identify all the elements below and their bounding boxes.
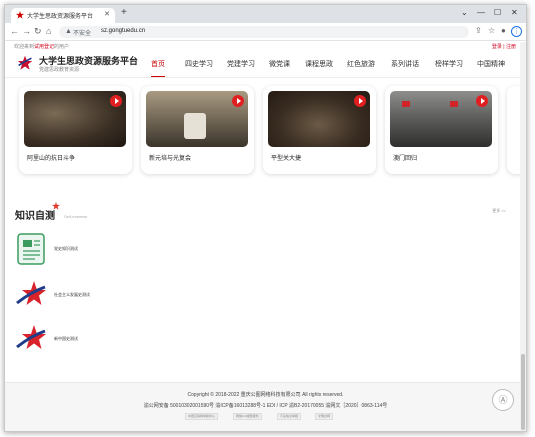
home-icon[interactable]: ⌂ xyxy=(46,26,51,36)
selftest-item[interactable]: 党史知识测试 xyxy=(15,232,215,268)
play-icon[interactable] xyxy=(354,95,366,107)
red-star-icon[interactable] xyxy=(15,322,49,356)
browser-tab[interactable]: 大学生思政资源服务平台 ✕ xyxy=(11,8,115,23)
play-icon[interactable] xyxy=(476,95,488,107)
address-toolbar: ← → ↻ ⌂ ▲ 不安全 sz.gongtuedu.cn ⇪ ☆ ● ⋮ xyxy=(5,23,526,41)
more-link[interactable]: 更多 >> xyxy=(492,208,506,214)
video-card[interactable]: 阿里山的抗日斗争 xyxy=(19,86,132,174)
back-icon[interactable]: ← xyxy=(10,26,19,36)
forward-icon[interactable]: → xyxy=(22,26,31,36)
exam-paper-icon[interactable] xyxy=(15,232,49,266)
site-footer: Copyright © 2018-2022 重庆公图网络科技有限公司 All r… xyxy=(5,382,526,431)
profile-icon[interactable]: ● xyxy=(501,26,506,35)
red-star-icon[interactable] xyxy=(15,278,49,312)
nav-item-micro-lesson[interactable]: 微党课 xyxy=(269,59,290,69)
thumbnail-figure xyxy=(184,113,206,139)
video-card-row: 阿里山的抗日斗争 新元培与光复会 平型关大捷 澳门回归 xyxy=(13,86,526,176)
play-icon[interactable] xyxy=(110,95,122,107)
bad-info-report-badge[interactable]: 不良信息举报 xyxy=(277,413,302,420)
thumbnail-flag xyxy=(450,101,458,107)
tab-title: 大学生思政资源服务平台 xyxy=(27,14,94,20)
scrollbar-thumb[interactable] xyxy=(521,354,525,430)
video-title[interactable]: 阿里山的抗日斗争 xyxy=(27,153,75,162)
nav-item-role-models[interactable]: 榜样学习 xyxy=(435,59,463,69)
video-title[interactable]: 澳门回归 xyxy=(393,153,417,162)
nav-item-four-history[interactable]: 四史学习 xyxy=(185,59,213,69)
video-card[interactable]: 澳门回归 xyxy=(385,86,498,174)
nav-item-party-study[interactable]: 党建学习 xyxy=(227,59,255,69)
thumbnail-flag xyxy=(402,101,410,107)
video-title[interactable]: 新元培与光复会 xyxy=(149,153,191,162)
window-close-icon[interactable]: ✕ xyxy=(511,8,518,17)
selftest-label[interactable]: 社会主义发展史测试 xyxy=(54,292,90,298)
login-register-link[interactable]: 登录 | 注册 xyxy=(492,43,516,50)
site-subtitle: 党建思政教育资源 xyxy=(39,67,80,73)
tab-close-icon[interactable]: ✕ xyxy=(104,10,110,18)
title-star-icon xyxy=(52,202,60,210)
nav-item-speeches[interactable]: 系列讲话 xyxy=(391,59,419,69)
site-logo-icon[interactable] xyxy=(17,55,33,71)
video-title[interactable]: 平型关大捷 xyxy=(271,153,301,162)
nav-item-red-tourism[interactable]: 红色旅游 xyxy=(347,59,375,69)
insecure-label: 不安全 xyxy=(73,31,92,37)
video-card[interactable]: 平型关大捷 xyxy=(263,86,376,174)
nav-item-course-ideology[interactable]: 课程思政 xyxy=(305,59,333,69)
selftest-label[interactable]: 党史知识测试 xyxy=(54,246,78,252)
selftest-item[interactable]: 社会主义发展史测试 xyxy=(15,278,215,314)
site-header: 大学生思政资源服务平台 党建思政教育资源 首页 四史学习 党建学习 微党课 课程… xyxy=(5,50,526,78)
police-110-badge[interactable]: 网络110报警服务 xyxy=(233,413,262,420)
video-thumbnail[interactable] xyxy=(24,91,126,147)
video-thumbnail[interactable] xyxy=(146,91,248,147)
site-favicon-icon xyxy=(16,11,24,19)
top-bar: 欢迎来到试用登记的用户 登录 | 注册 xyxy=(5,42,526,50)
accessibility-icon[interactable]: Ⓐ xyxy=(492,389,514,411)
url-text[interactable]: sz.gongtuedu.cn xyxy=(101,28,145,34)
video-card[interactable]: 新元培与光复会 xyxy=(141,86,254,174)
minimize-icon[interactable]: — xyxy=(477,8,485,17)
warning-icon[interactable]: ▲ xyxy=(65,28,72,35)
welcome-text: 欢迎来到试用登记的用户 xyxy=(14,43,69,50)
selftest-label[interactable]: 新中国史测试 xyxy=(54,336,78,342)
copyright-text: Copyright © 2018-2022 重庆公图网络科技有限公司 All r… xyxy=(187,392,344,398)
browser-menu-icon[interactable]: ⋮ xyxy=(511,26,522,37)
selftest-section-title: 知识自测 xyxy=(15,211,55,222)
tab-strip: 大学生思政资源服务平台 ✕ + ⌄ — ☐ ✕ xyxy=(5,5,526,23)
selftest-section-subtitle: Self-examine xyxy=(64,214,88,219)
share-icon[interactable]: ⇪ xyxy=(475,26,482,35)
selftest-item[interactable]: 新中国史测试 xyxy=(15,322,215,358)
play-icon[interactable] xyxy=(232,95,244,107)
report-center-badge[interactable]: 中国互联网举报中心 xyxy=(185,413,219,420)
maximize-icon[interactable]: ☐ xyxy=(494,8,501,17)
civilized-web-badge[interactable]: 文明办网 xyxy=(315,413,334,420)
reload-icon[interactable]: ↻ xyxy=(34,26,42,36)
video-thumbnail[interactable] xyxy=(390,91,492,147)
screenshot-background: 大学生思政资源服务平台 ✕ + ⌄ — ☐ ✕ ← → ↻ ⌂ ▲ 不安全 sz… xyxy=(0,0,535,437)
video-thumbnail[interactable] xyxy=(268,91,370,147)
new-tab-icon[interactable]: + xyxy=(121,8,127,18)
web-page: 欢迎来到试用登记的用户 登录 | 注册 大学生思政资源服务平台 党建思政教育资源… xyxy=(5,42,526,431)
icp-record-links[interactable]: 渝公网安备 50010302001590号 渝ICP备16013288号-1 E… xyxy=(5,402,526,409)
nav-item-home[interactable]: 首页 xyxy=(151,59,165,69)
browser-window: 大学生思政资源服务平台 ✕ + ⌄ — ☐ ✕ ← → ↻ ⌂ ▲ 不安全 sz… xyxy=(4,4,527,432)
nav-item-china-spirit[interactable]: 中国精神 xyxy=(477,59,505,69)
chevron-down-icon[interactable]: ⌄ xyxy=(461,8,468,17)
nav-active-underline xyxy=(151,76,165,77)
address-bar[interactable]: ▲ 不安全 sz.gongtuedu.cn xyxy=(59,26,469,38)
bookmark-star-icon[interactable]: ☆ xyxy=(488,26,495,35)
page-scrollbar[interactable] xyxy=(520,42,526,431)
